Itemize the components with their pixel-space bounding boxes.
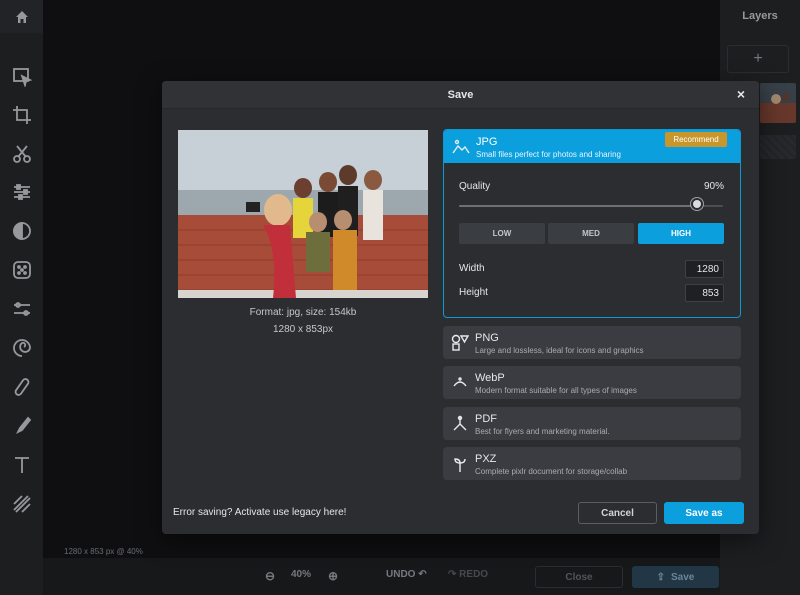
format-description: Large and lossless, ideal for icons and … <box>475 346 644 355</box>
quality-slider-fill <box>459 205 697 207</box>
quality-slider-handle[interactable] <box>691 198 703 210</box>
image-landscape-icon <box>452 138 470 156</box>
preview-dimensions: 1280 x 853px <box>272 324 334 335</box>
pxz-icon <box>451 455 469 473</box>
quality-low-button[interactable]: LOW <box>459 223 545 244</box>
format-description: Complete pixlr document for storage/coll… <box>475 467 628 476</box>
cancel-button[interactable]: Cancel <box>578 502 657 524</box>
format-option-pdf[interactable]: PDF Best for flyers and marketing materi… <box>443 407 741 440</box>
format-name: PXZ <box>475 453 497 465</box>
format-description: Modern format suitable for all types of … <box>475 386 637 395</box>
recommend-badge: Recommend <box>665 132 727 147</box>
format-name: PDF <box>475 413 497 425</box>
format-name: JPG <box>476 136 498 148</box>
quality-med-button[interactable]: MED <box>548 223 634 244</box>
format-option-pxz[interactable]: PXZ Complete pixlr document for storage/… <box>443 447 741 480</box>
format-option-webp[interactable]: WebP Modern format suitable for all type… <box>443 366 741 399</box>
pixlr-editor: 1280 x 853 px @ 40% Layers + ⊖ 40% ⊕ UND… <box>0 0 800 595</box>
format-name: WebP <box>475 372 505 384</box>
format-name: PNG <box>475 332 499 344</box>
height-input[interactable] <box>685 284 724 302</box>
height-label: Height <box>459 287 488 298</box>
width-label: Width <box>459 263 485 274</box>
quality-high-button[interactable]: HIGH <box>638 223 724 244</box>
dialog-header: Save × <box>162 81 759 109</box>
quality-value: 90% <box>703 181 724 192</box>
format-option-png[interactable]: PNG Large and lossless, ideal for icons … <box>443 326 741 359</box>
close-icon[interactable]: × <box>734 87 748 101</box>
pdf-icon <box>451 415 469 433</box>
save-dialog: Save × Format: jpg, size: 154kb 1280 x 8… <box>162 81 759 534</box>
dialog-title: Save <box>447 89 474 101</box>
legacy-save-link[interactable]: Error saving? Activate use legacy here! <box>173 507 346 518</box>
image-preview <box>178 130 428 298</box>
jpg-header[interactable]: JPG Small files perfect for photos and s… <box>444 130 740 163</box>
format-description: Best for flyers and marketing material. <box>475 427 610 436</box>
format-description: Small files perfect for photos and shari… <box>476 150 621 159</box>
save-as-button[interactable]: Save as <box>664 502 744 524</box>
quality-slider-track[interactable] <box>459 205 723 207</box>
shapes-icon <box>451 334 470 352</box>
width-input[interactable] <box>685 260 724 278</box>
format-option-jpg[interactable]: JPG Small files perfect for photos and s… <box>443 129 741 318</box>
quality-label: Quality <box>459 181 491 192</box>
webp-icon <box>451 374 469 392</box>
preview-format-info: Format: jpg, size: 154kb <box>249 307 357 318</box>
